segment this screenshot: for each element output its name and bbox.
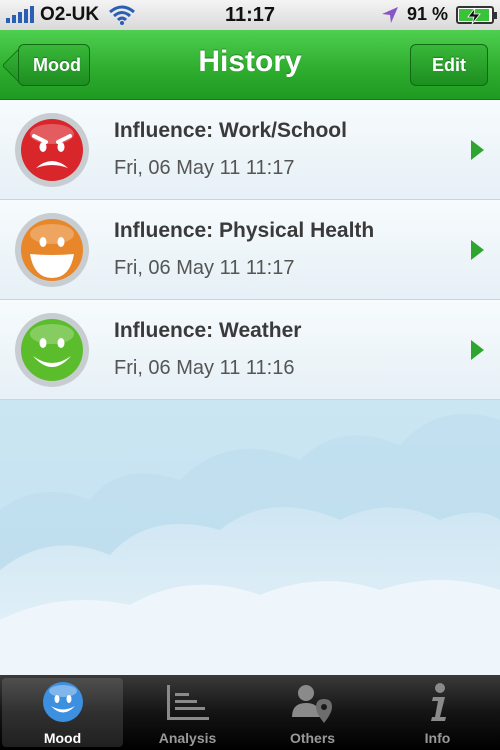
- smiley-icon: [42, 682, 83, 722]
- edit-button[interactable]: Edit: [410, 44, 488, 86]
- entry-title: Influence: Work/School: [114, 119, 347, 142]
- entry-title: Influence: Weather: [114, 319, 302, 342]
- chart-icon: [166, 685, 209, 720]
- chevron-right-icon: [471, 240, 484, 260]
- chevron-right-icon: [471, 140, 484, 160]
- tab-label: Mood: [43, 730, 82, 746]
- history-row[interactable]: Influence: Work/School Fri, 06 May 11 11…: [0, 100, 500, 200]
- battery-percent: 91 %: [406, 4, 448, 24]
- entry-date: Fri, 06 May 11 11:16: [114, 357, 295, 379]
- navigation-bar: Mood History Edit: [0, 30, 500, 100]
- entry-title: Influence: Physical Health: [114, 219, 375, 242]
- location-arrow-icon: [381, 6, 398, 23]
- tab-label: Info: [424, 730, 451, 746]
- tab-label: Others: [289, 730, 336, 746]
- status-bar: O2-UK 11:17 91 %: [0, 0, 500, 30]
- tab-mood[interactable]: Mood: [2, 678, 123, 747]
- tab-others[interactable]: Others: [250, 675, 375, 750]
- info-icon: [430, 683, 446, 721]
- smile-face-icon: [15, 312, 89, 387]
- history-list-area: Influence: Work/School Fri, 06 May 11 11…: [0, 100, 500, 675]
- big-smile-face-icon: [15, 212, 89, 287]
- battery-icon: [456, 5, 497, 24]
- tab-info[interactable]: Info: [375, 675, 500, 750]
- angry-face-icon: [15, 112, 89, 187]
- tab-bar: Mood Analysis Others Info: [0, 675, 500, 750]
- entry-date: Fri, 06 May 11 11:17: [114, 257, 295, 279]
- signal-strength-icon: [6, 6, 34, 23]
- people-location-icon: [291, 685, 332, 723]
- chevron-right-icon: [471, 340, 484, 360]
- entry-date: Fri, 06 May 11 11:17: [114, 157, 295, 179]
- history-row[interactable]: Influence: Physical Health Fri, 06 May 1…: [0, 200, 500, 300]
- back-button[interactable]: Mood: [18, 44, 90, 86]
- carrier-name: O2-UK: [40, 4, 100, 25]
- history-row[interactable]: Influence: Weather Fri, 06 May 11 11:16: [0, 300, 500, 400]
- tab-analysis[interactable]: Analysis: [125, 675, 250, 750]
- wifi-icon: [109, 5, 136, 25]
- tab-label: Analysis: [158, 730, 217, 746]
